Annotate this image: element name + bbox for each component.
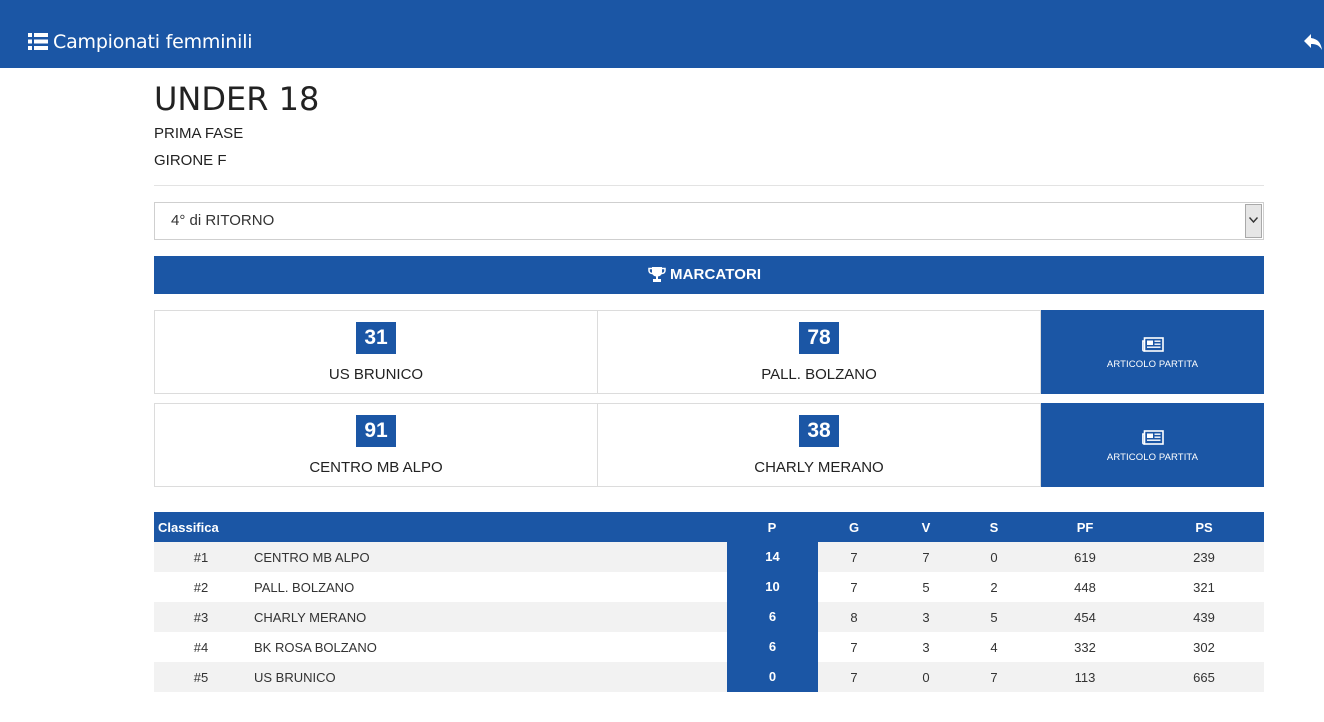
played-cell: 7 <box>850 640 858 655</box>
col-header-s: S <box>989 520 999 535</box>
top-app-bar: Campionati femminili <box>0 0 1324 68</box>
points-cell: 6 <box>727 632 818 662</box>
col-header-ps: PS <box>1195 520 1213 535</box>
points-against-cell: 302 <box>1193 640 1215 655</box>
table-row: #3 CHARLY MERANO 6 8 3 5 454 439 <box>154 602 1264 632</box>
app-title: Campionati femminili <box>53 31 253 53</box>
page-title: UNDER 18 <box>154 80 320 118</box>
away-team-name: PALL. BOLZANO <box>761 366 877 383</box>
away-score: 78 <box>799 322 839 354</box>
lost-cell: 4 <box>990 640 998 655</box>
phase-label: PRIMA FASE <box>154 125 244 142</box>
points-against-cell: 321 <box>1193 580 1215 595</box>
table-row: #1 CENTRO MB ALPO 14 7 7 0 619 239 <box>154 542 1264 572</box>
points-cell: 0 <box>727 662 818 692</box>
rank-cell: #2 <box>193 580 209 595</box>
points-against-cell: 239 <box>1193 550 1215 565</box>
won-cell: 5 <box>922 580 930 595</box>
away-team-cell: 78 PALL. BOLZANO <box>597 310 1041 394</box>
match-row: 31 US BRUNICO 78 PALL. BOLZANO ARTICOLO … <box>154 310 1264 394</box>
away-score: 38 <box>799 415 839 447</box>
newspaper-icon <box>1142 430 1164 445</box>
col-header-g: G <box>848 520 860 535</box>
chevron-down-icon[interactable] <box>1245 204 1262 238</box>
list-icon[interactable] <box>28 33 48 50</box>
standings-header: Classifica P G V S PF PS <box>154 512 1264 542</box>
col-header-v: V <box>921 520 931 535</box>
points-cell: 6 <box>727 602 818 632</box>
points-for-cell: 448 <box>1074 580 1096 595</box>
team-cell: BK ROSA BOLZANO <box>254 640 377 655</box>
reply-icon[interactable] <box>1302 30 1324 54</box>
points-for-cell: 454 <box>1074 610 1096 625</box>
played-cell: 8 <box>850 610 858 625</box>
rank-cell: #4 <box>193 640 209 655</box>
points-for-cell: 619 <box>1074 550 1096 565</box>
match-article-button[interactable]: ARTICOLO PARTITA <box>1041 403 1264 487</box>
rank-cell: #3 <box>193 610 209 625</box>
divider <box>154 185 1264 186</box>
home-score: 31 <box>356 322 396 354</box>
home-team-name: CENTRO MB ALPO <box>309 459 443 476</box>
played-cell: 7 <box>850 550 858 565</box>
lost-cell: 2 <box>990 580 998 595</box>
away-team-cell: 38 CHARLY MERANO <box>597 403 1041 487</box>
scorers-button[interactable]: MARCATORI <box>154 256 1264 294</box>
won-cell: 0 <box>922 670 930 685</box>
away-team-name: CHARLY MERANO <box>754 459 884 476</box>
team-cell: CENTRO MB ALPO <box>254 550 370 565</box>
scorers-label: MARCATORI <box>670 266 762 283</box>
group-label: GIRONE F <box>154 152 227 169</box>
home-score: 91 <box>356 415 396 447</box>
team-cell: US BRUNICO <box>254 670 336 685</box>
article-label: ARTICOLO PARTITA <box>1106 452 1199 463</box>
team-cell: PALL. BOLZANO <box>254 580 355 595</box>
lost-cell: 0 <box>990 550 998 565</box>
trophy-icon <box>648 267 666 282</box>
won-cell: 3 <box>922 640 930 655</box>
home-team-cell: 31 US BRUNICO <box>154 310 598 394</box>
table-row: #2 PALL. BOLZANO 10 7 5 2 448 321 <box>154 572 1264 602</box>
lost-cell: 7 <box>990 670 998 685</box>
newspaper-icon <box>1142 337 1164 352</box>
table-row: #5 US BRUNICO 0 7 0 7 113 665 <box>154 662 1264 692</box>
match-row: 91 CENTRO MB ALPO 38 CHARLY MERANO ARTIC… <box>154 403 1264 487</box>
match-article-button[interactable]: ARTICOLO PARTITA <box>1041 310 1264 394</box>
lost-cell: 5 <box>990 610 998 625</box>
points-for-cell: 113 <box>1074 670 1096 685</box>
col-header-pf: PF <box>1076 520 1094 535</box>
points-against-cell: 665 <box>1193 670 1215 685</box>
points-cell: 10 <box>727 572 818 602</box>
home-team-name: US BRUNICO <box>328 366 424 383</box>
article-label: ARTICOLO PARTITA <box>1106 359 1199 370</box>
won-cell: 3 <box>922 610 930 625</box>
points-against-cell: 439 <box>1193 610 1215 625</box>
played-cell: 7 <box>850 670 858 685</box>
home-team-cell: 91 CENTRO MB ALPO <box>154 403 598 487</box>
col-header-p: P <box>767 520 777 535</box>
points-cell: 14 <box>727 542 818 572</box>
rank-cell: #1 <box>193 550 209 565</box>
won-cell: 7 <box>922 550 930 565</box>
standings-title: Classifica <box>158 520 219 535</box>
played-cell: 7 <box>850 580 858 595</box>
table-row: #4 BK ROSA BOLZANO 6 7 3 4 332 302 <box>154 632 1264 662</box>
points-for-cell: 332 <box>1074 640 1096 655</box>
round-select[interactable]: 4° di RITORNO <box>154 202 1264 240</box>
rank-cell: #5 <box>193 670 209 685</box>
team-cell: CHARLY MERANO <box>254 610 367 625</box>
round-select-value: 4° di RITORNO <box>171 212 275 229</box>
